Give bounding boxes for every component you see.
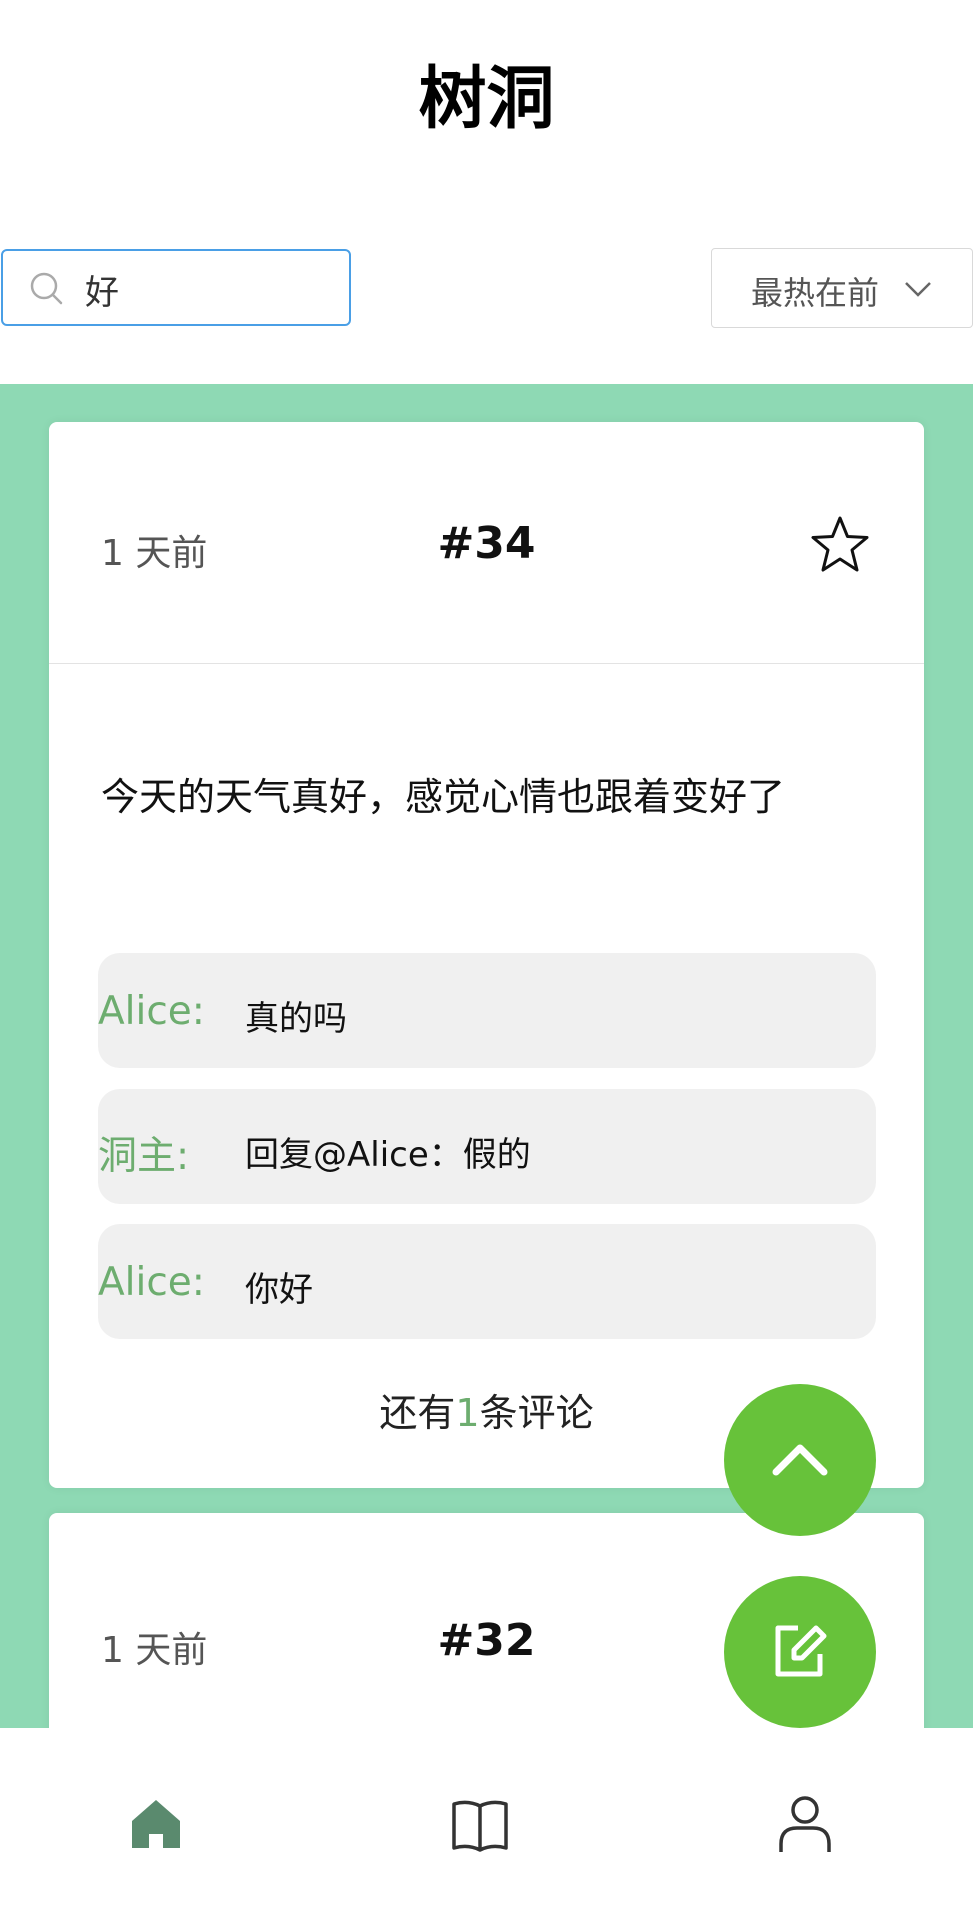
comment-text: 真的吗 xyxy=(245,999,347,1039)
comment-author: 洞主: xyxy=(98,1134,190,1179)
comment-author: Alice: xyxy=(98,989,205,1034)
search-box[interactable] xyxy=(1,249,351,326)
comment-item[interactable]: Alice: 你好 xyxy=(98,1224,876,1339)
post-card[interactable]: 1 天前 #34 今天的天气真好，感觉心情也跟着变好了 Alice: 真的吗 洞… xyxy=(49,422,924,1488)
page-title: 树洞 xyxy=(418,60,555,139)
comment-text: 你好 xyxy=(245,1270,313,1310)
star-icon[interactable] xyxy=(809,514,871,576)
more-prefix: 还有 xyxy=(379,1391,456,1435)
home-icon[interactable] xyxy=(126,1794,186,1854)
post-number: #34 xyxy=(437,518,536,569)
user-icon[interactable] xyxy=(775,1794,835,1854)
sort-select[interactable]: 最热在前 xyxy=(711,248,973,328)
more-count: 1 xyxy=(455,1391,480,1435)
search-icon xyxy=(30,272,63,305)
comment-text: 回复@Alice：假的 xyxy=(245,1135,531,1175)
comment-author: Alice: xyxy=(98,1260,205,1305)
chevron-down-icon xyxy=(905,282,931,297)
compose-button[interactable] xyxy=(724,1576,876,1728)
sort-selected-label: 最热在前 xyxy=(751,274,880,312)
more-suffix: 条评论 xyxy=(479,1391,594,1435)
search-input[interactable] xyxy=(83,263,337,315)
post-content: 今天的天气真好，感觉心情也跟着变好了 xyxy=(101,775,786,819)
card-divider xyxy=(49,663,924,664)
edit-icon xyxy=(775,1625,827,1677)
bottom-tab-bar xyxy=(0,1728,973,1920)
scroll-top-button[interactable] xyxy=(724,1384,876,1536)
book-icon[interactable] xyxy=(450,1794,510,1854)
comment-item[interactable]: Alice: 真的吗 xyxy=(98,953,876,1068)
comment-item[interactable]: 洞主: 回复@Alice：假的 xyxy=(98,1089,876,1204)
chevron-up-icon xyxy=(772,1444,828,1476)
